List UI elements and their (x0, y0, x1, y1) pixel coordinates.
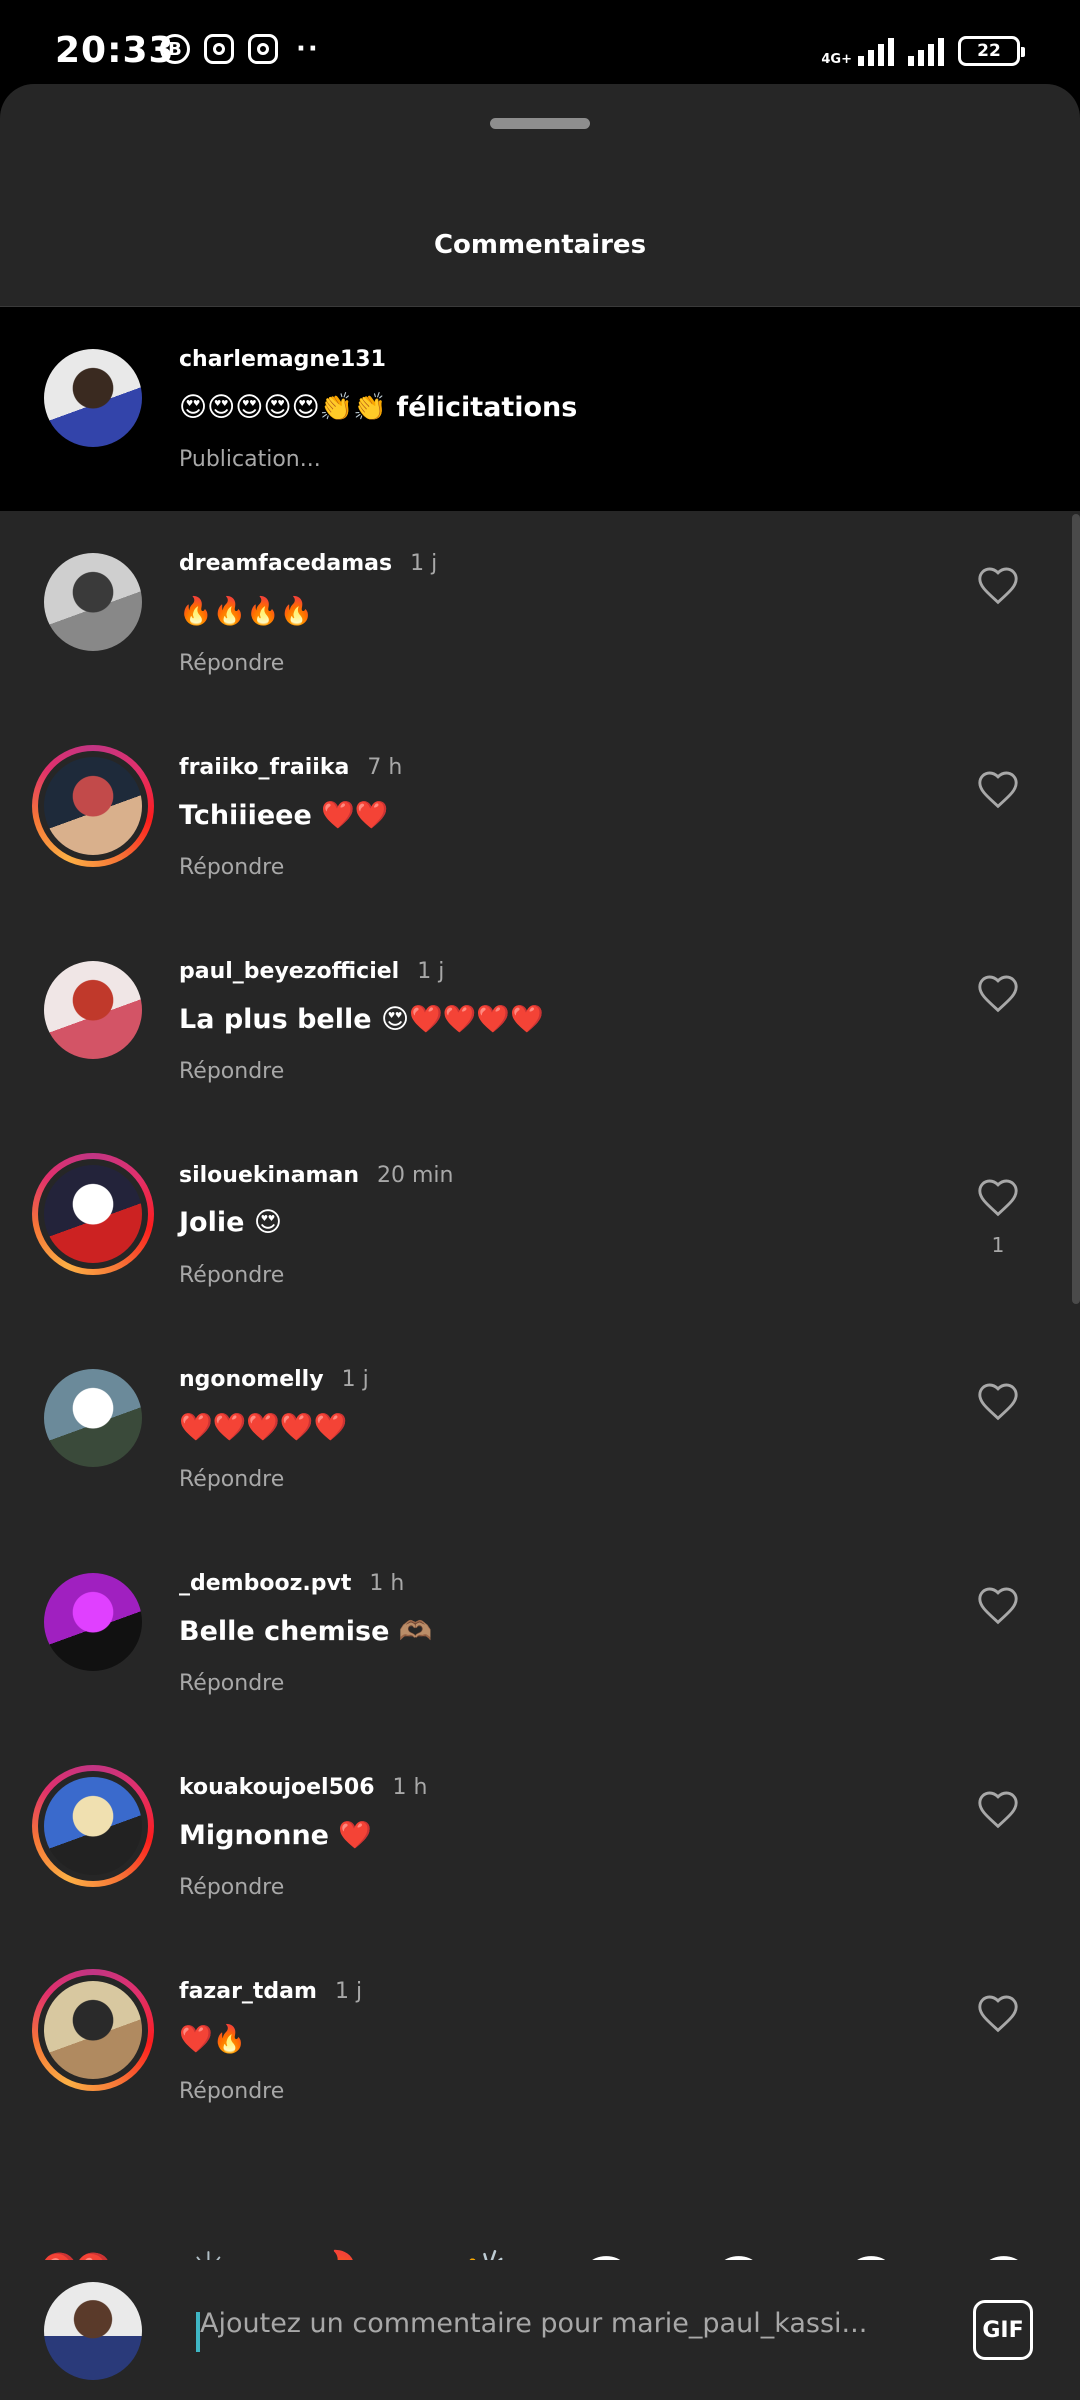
comment-list: charlemagne131 😍😍😍😍😍👏👏 félicitations Publi… (0, 307, 1080, 2143)
commenter-avatar[interactable] (44, 961, 142, 1059)
like-heart-icon[interactable] (976, 1177, 1020, 1217)
notification-icons: B ·· (160, 34, 320, 64)
story-ring[interactable] (32, 1969, 154, 2091)
comment-time: 7 h (367, 755, 403, 780)
reply-button[interactable]: Répondre (179, 2079, 284, 2104)
comments-sheet: Commentaires charlemagne131 😍😍😍😍😍👏👏 félic… (0, 84, 1080, 2400)
system-indicators: 4G+ 22 (821, 34, 1025, 67)
battery-icon: 22 (958, 36, 1025, 66)
instagram-notification-icon (204, 34, 234, 64)
b-notification-icon: B (160, 34, 190, 64)
comment-text: Tchiiieee ❤️❤️ (179, 800, 389, 831)
commenter-avatar[interactable] (44, 1369, 142, 1467)
commenter-avatar[interactable] (44, 757, 142, 855)
comment-input[interactable]: Ajoutez un commentaire pour marie_paul_k… (200, 2308, 867, 2339)
comment-username[interactable]: fraiiko_fraiika 7 h (179, 755, 402, 780)
commenter-avatar[interactable] (44, 1165, 142, 1263)
comment-item[interactable]: paul_beyezofficiel 1 j La plus belle 😍❤️❤️… (0, 919, 1080, 1123)
comment-text: ❤️❤️❤️❤️❤️ (179, 1412, 348, 1443)
comment-text: Belle chemise 🫶🏽 (179, 1616, 433, 1647)
comment-item[interactable]: charlemagne131 😍😍😍😍😍👏👏 félicitations Publi… (0, 307, 1080, 511)
reply-button[interactable]: Répondre (179, 1263, 284, 1288)
comment-username[interactable]: _dembooz.pvt 1 h (179, 1571, 404, 1596)
comment-username[interactable]: fazar_tdam 1 j (179, 1979, 362, 2004)
comment-username[interactable]: dreamfacedamas 1 j (179, 551, 437, 576)
avatar-wrap[interactable] (44, 961, 142, 1059)
clock: 20:33 (55, 30, 175, 71)
comment-text: La plus belle 😍❤️❤️❤️❤️ (179, 1004, 544, 1035)
like-heart-icon[interactable] (976, 1381, 1020, 1421)
comment-text: 🔥🔥🔥🔥 (179, 596, 314, 627)
like-heart-icon[interactable] (976, 1585, 1020, 1625)
comment-time: 1 j (417, 959, 445, 984)
signal-strength-icon (908, 34, 944, 66)
comment-text: Jolie 😍 (179, 1207, 282, 1238)
like-heart-icon[interactable] (976, 769, 1020, 809)
comment-username[interactable]: ngonomelly 1 j (179, 1367, 369, 1392)
sheet-title: Commentaires (433, 230, 647, 260)
network-type: 4G+ (821, 52, 852, 67)
comment-time: 1 h (369, 1571, 405, 1596)
commenter-avatar[interactable] (44, 1981, 142, 2079)
story-ring[interactable] (32, 1153, 154, 1275)
reply-button[interactable]: Répondre (179, 651, 284, 676)
like-heart-icon[interactable] (976, 973, 1020, 1013)
story-ring[interactable] (32, 1765, 154, 1887)
like-heart-icon[interactable] (976, 565, 1020, 605)
drag-handle[interactable] (490, 118, 590, 129)
comment-time: 20 min (377, 1163, 454, 1188)
reply-button[interactable]: Répondre (179, 855, 284, 880)
like-heart-icon[interactable] (976, 1993, 1020, 2033)
story-ring[interactable] (32, 745, 154, 867)
more-notifications-icon: ·· (296, 34, 320, 64)
comment-username[interactable]: silouekinaman 20 min (179, 1163, 453, 1188)
posting-status: Publication... (179, 447, 321, 472)
comment-item[interactable]: _dembooz.pvt 1 h Belle chemise 🫶🏽 Répondre (0, 1531, 1080, 1735)
comment-username[interactable]: charlemagne131 (179, 347, 404, 372)
comment-composer: Ajoutez un commentaire pour marie_paul_k… (0, 2260, 1080, 2400)
avatar-wrap[interactable] (44, 1369, 142, 1467)
like-heart-icon[interactable] (976, 1789, 1020, 1829)
comment-username[interactable]: paul_beyezofficiel 1 j (179, 959, 444, 984)
comment-item[interactable]: fraiiko_fraiika 7 h Tchiiieee ❤️❤️ Répondre (0, 715, 1080, 919)
comment-text: 😍😍😍😍😍👏👏 félicitations (179, 392, 578, 423)
comment-item[interactable]: kouakoujoel506 1 h Mignonne ❤️ Répondre (0, 1735, 1080, 1939)
commenter-avatar[interactable] (44, 349, 142, 447)
comment-time: 1 h (392, 1775, 428, 1800)
comment-text: ❤️🔥 (179, 2024, 247, 2055)
comment-text: Mignonne ❤️ (179, 1820, 372, 1851)
avatar-wrap[interactable] (44, 553, 142, 651)
current-user-avatar (44, 2282, 142, 2380)
commenter-avatar[interactable] (44, 1573, 142, 1671)
avatar-wrap[interactable] (44, 349, 142, 447)
comment-item[interactable]: fazar_tdam 1 j ❤️🔥 Répondre (0, 1939, 1080, 2143)
reply-button[interactable]: Répondre (179, 1875, 284, 1900)
avatar-wrap[interactable] (44, 1573, 142, 1671)
comment-time: 1 j (334, 1979, 363, 2004)
instagram-notification-icon (248, 34, 278, 64)
reply-button[interactable]: Répondre (179, 1467, 284, 1492)
status-bar: 20:33 B ·· 4G+ 22 (0, 0, 1080, 84)
reply-button[interactable]: Répondre (179, 1671, 284, 1696)
comment-item[interactable]: silouekinaman 20 min Jolie 😍 Répondre 1 (0, 1123, 1080, 1327)
commenter-avatar[interactable] (44, 553, 142, 651)
comment-time: 1 j (410, 551, 438, 576)
comment-item[interactable]: ngonomelly 1 j ❤️❤️❤️❤️❤️ Répondre (0, 1327, 1080, 1531)
comment-item[interactable]: dreamfacedamas 1 j 🔥🔥🔥🔥 Répondre (0, 511, 1080, 715)
gif-button[interactable]: GIF (973, 2300, 1033, 2360)
comment-time: 1 j (341, 1367, 369, 1392)
reply-button[interactable]: Répondre (179, 1059, 284, 1084)
comment-username[interactable]: kouakoujoel506 1 h (179, 1775, 427, 1800)
like-count: 1 (991, 1233, 1005, 1257)
commenter-avatar[interactable] (44, 1777, 142, 1875)
signal-strength-icon (858, 34, 894, 66)
